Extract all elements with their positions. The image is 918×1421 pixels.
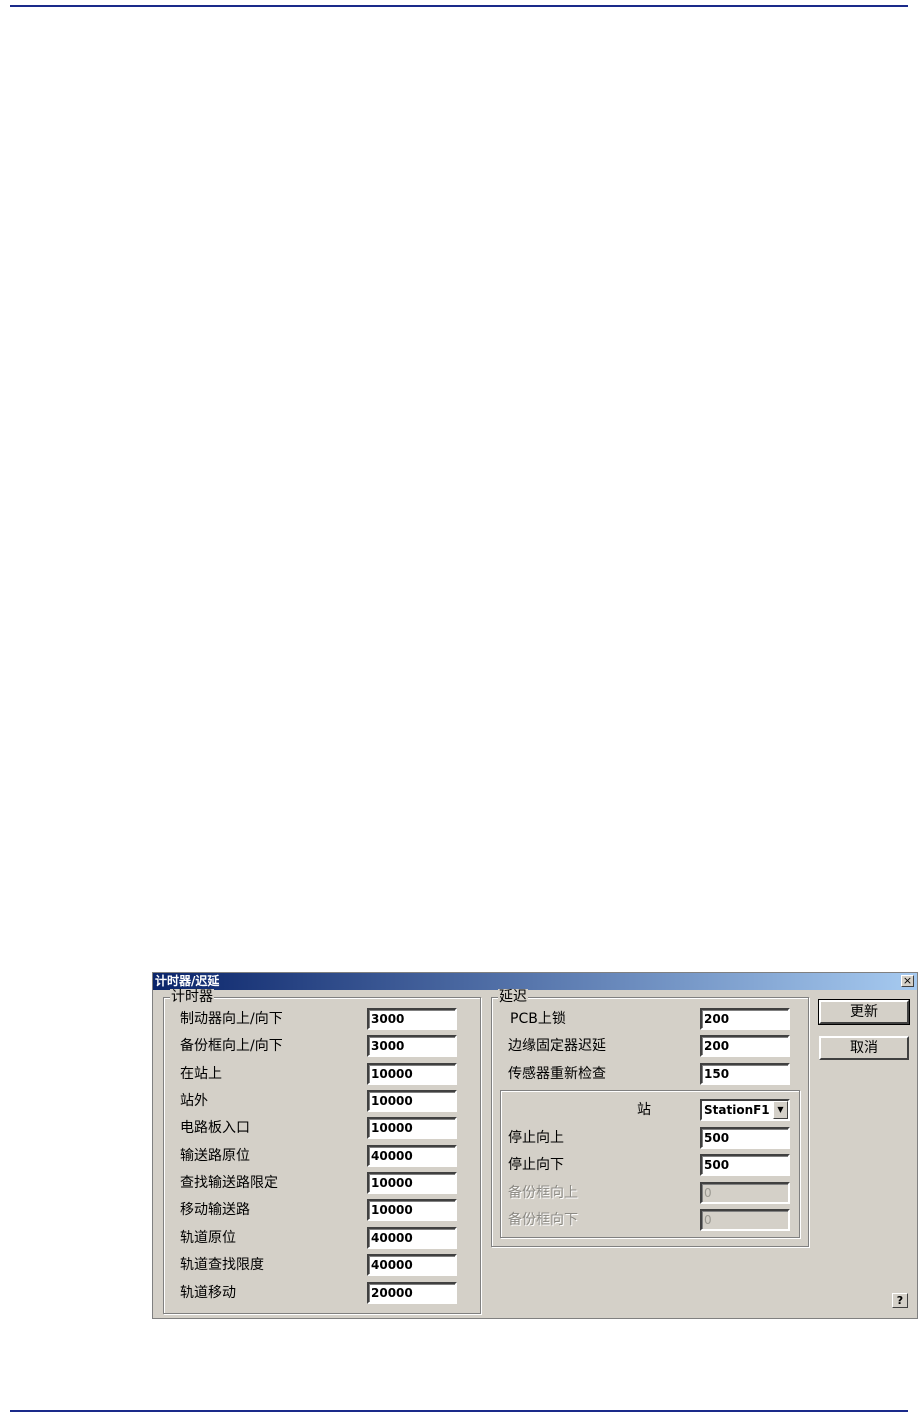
timer-label: 输送路原位	[180, 1148, 250, 1164]
page-top-rule	[10, 5, 908, 7]
timer-field[interactable]: 10000	[367, 1117, 457, 1139]
delay-label: 边缘固定器迟延	[508, 1038, 606, 1054]
update-button[interactable]: 更新	[818, 999, 910, 1025]
close-icon[interactable]: ×	[901, 975, 914, 987]
dialog-title: 计时器/迟延	[155, 974, 220, 988]
station-row-field: 0	[700, 1182, 790, 1204]
timers-group-label: 计时器	[170, 989, 214, 1005]
station-row-label: 备份框向上	[508, 1185, 578, 1201]
timer-label: 轨道原位	[180, 1230, 236, 1246]
station-row-label: 停止向上	[508, 1130, 564, 1146]
delay-field[interactable]: 150	[700, 1063, 790, 1085]
timer-field[interactable]: 10000	[367, 1172, 457, 1194]
timer-field[interactable]: 40000	[367, 1227, 457, 1249]
delay-label: PCB上锁	[510, 1011, 566, 1027]
timer-field[interactable]: 3000	[367, 1008, 457, 1030]
page-bottom-rule	[10, 1410, 908, 1412]
timer-label: 轨道查找限度	[180, 1257, 264, 1273]
timer-label: 制动器向上/向下	[180, 1011, 283, 1027]
help-icon[interactable]: ?	[892, 1293, 908, 1308]
timer-field[interactable]: 40000	[367, 1145, 457, 1167]
timer-field[interactable]: 3000	[367, 1035, 457, 1057]
timer-label: 移动输送路	[180, 1202, 250, 1218]
timer-field[interactable]: 10000	[367, 1199, 457, 1221]
station-row-label: 备份框向下	[508, 1212, 578, 1228]
station-select[interactable]: StationF1 ▼	[700, 1099, 790, 1121]
station-row-label: 停止向下	[508, 1157, 564, 1173]
chevron-down-icon[interactable]: ▼	[773, 1101, 788, 1119]
timer-field[interactable]: 20000	[367, 1282, 457, 1304]
timers-delays-dialog: 计时器/迟延 × 计时器 制动器向上/向下 3000 备份框向上/向下 3000…	[152, 972, 918, 1319]
timer-field[interactable]: 40000	[367, 1254, 457, 1276]
dialog-titlebar: 计时器/迟延 ×	[153, 973, 917, 990]
station-row-field[interactable]: 500	[700, 1154, 790, 1176]
timer-label: 电路板入口	[180, 1120, 250, 1136]
station-select-value: StationF1	[704, 1103, 770, 1117]
timer-field[interactable]: 10000	[367, 1063, 457, 1085]
delays-group-label: 延迟	[498, 989, 528, 1005]
timer-label: 在站上	[180, 1066, 222, 1082]
timer-label: 备份框向上/向下	[180, 1038, 283, 1054]
station-label: 站	[637, 1102, 651, 1118]
delay-label: 传感器重新检查	[508, 1066, 606, 1082]
cancel-button[interactable]: 取消	[819, 1036, 909, 1060]
delay-field[interactable]: 200	[700, 1035, 790, 1057]
timer-label: 查找输送路限定	[180, 1175, 278, 1191]
delay-field[interactable]: 200	[700, 1008, 790, 1030]
station-row-field[interactable]: 500	[700, 1127, 790, 1149]
timer-field[interactable]: 10000	[367, 1090, 457, 1112]
timer-label: 轨道移动	[180, 1285, 236, 1301]
timer-label: 站外	[180, 1093, 208, 1109]
station-row-field: 0	[700, 1209, 790, 1231]
